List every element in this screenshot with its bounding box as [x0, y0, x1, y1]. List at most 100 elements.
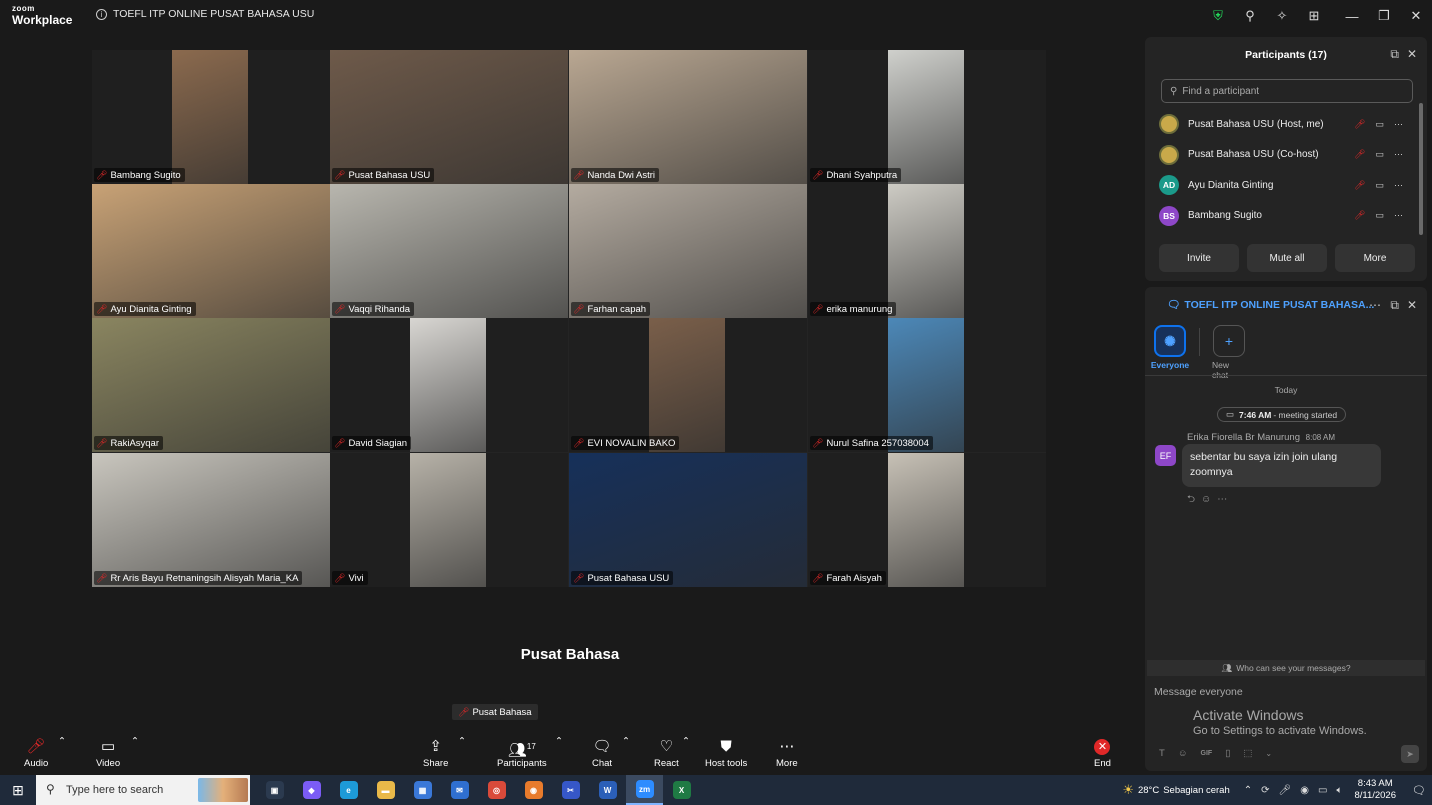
- taskbar-app[interactable]: W: [589, 775, 626, 805]
- restore-icon[interactable]: ❐: [1368, 0, 1400, 32]
- video-tile[interactable]: 🎤︎ Pusat Bahasa USU: [569, 453, 807, 587]
- tab-everyone[interactable]: ✺ Everyone: [1151, 325, 1189, 380]
- message-more-icon[interactable]: ⋯: [1217, 494, 1233, 505]
- volume-icon[interactable]: 🔈︎: [1336, 785, 1342, 796]
- mute-all-button[interactable]: Mute all: [1247, 244, 1327, 272]
- video-tile[interactable]: 🎤︎ Ayu Dianita Ginting: [92, 184, 330, 318]
- video-tile[interactable]: 🎤︎ Pusat Bahasa USU: [330, 50, 568, 184]
- participants-button[interactable]: 👥︎17 Participants: [497, 736, 547, 769]
- emoji-react-icon[interactable]: ☺: [1201, 494, 1217, 505]
- video-tile[interactable]: 🎤︎ David Siagian: [330, 318, 568, 452]
- participant-list-scrollbar[interactable]: [1419, 103, 1423, 235]
- chat-button[interactable]: 🗨︎ Chat: [592, 736, 612, 769]
- taskbar-app[interactable]: ▣: [256, 775, 293, 805]
- taskbar-app[interactable]: e: [330, 775, 367, 805]
- taskbar-search-input[interactable]: ⚲ Type here to search: [36, 775, 250, 805]
- network-icon[interactable]: ▭: [1318, 785, 1327, 796]
- react-options-caret-icon[interactable]: ⌃: [682, 736, 690, 747]
- taskbar-app[interactable]: ▦: [404, 775, 441, 805]
- emoji-icon[interactable]: ☺: [1178, 748, 1188, 759]
- video-tile[interactable]: 🎤︎ Dhani Syahputra: [808, 50, 1046, 184]
- tab-new-chat[interactable]: + New chat: [1212, 325, 1246, 380]
- chat-close-icon[interactable]: ✕: [1407, 298, 1417, 312]
- react-button[interactable]: ♡ React: [654, 736, 679, 769]
- taskbar-app[interactable]: ◆: [293, 775, 330, 805]
- mic-muted-icon[interactable]: 🎤︎: [1354, 180, 1365, 191]
- file-icon[interactable]: ▯: [1225, 748, 1230, 759]
- video-camera-icon[interactable]: ▭: [1375, 210, 1384, 221]
- send-button[interactable]: ➤: [1401, 745, 1419, 763]
- more-button[interactable]: ⋯ More: [776, 736, 798, 769]
- minimize-icon[interactable]: —: [1336, 0, 1368, 32]
- video-tile[interactable]: 🎤︎ Rr Aris Bayu Retnaningsih Alisyah Mari…: [92, 453, 330, 587]
- who-can-see-link[interactable]: 👥︎ Who can see your messages?: [1147, 660, 1425, 676]
- participant-row[interactable]: BS Bambang Sugito 🎤︎ ▭ ⋯: [1159, 201, 1417, 232]
- apps-grid-icon[interactable]: ⊞: [1298, 0, 1330, 32]
- host-tools-button[interactable]: ⛊ Host tools: [705, 736, 747, 769]
- pop-out-icon[interactable]: ⧉: [1390, 47, 1399, 62]
- gif-icon[interactable]: GIF: [1201, 750, 1213, 757]
- close-panel-icon[interactable]: ✕: [1407, 47, 1417, 61]
- sparkle-icon[interactable]: ✧: [1266, 0, 1298, 32]
- video-button[interactable]: ▭ Video: [96, 736, 120, 769]
- more-dots-icon[interactable]: ⋯: [1394, 119, 1403, 130]
- taskbar-app[interactable]: ▬: [367, 775, 404, 805]
- video-tile[interactable]: 🎤︎ RakiAsyqar: [92, 318, 330, 452]
- participant-row[interactable]: Pusat Bahasa USU (Co-host) 🎤︎ ▭ ⋯: [1159, 140, 1417, 171]
- chat-more-icon[interactable]: ⋯: [1369, 298, 1381, 312]
- audio-options-caret-icon[interactable]: ⌃: [58, 736, 66, 747]
- participant-row[interactable]: Pusat Bahasa USU (Host, me) 🎤︎ ▭ ⋯: [1159, 109, 1417, 140]
- participant-search-input[interactable]: ⚲ Find a participant: [1161, 79, 1413, 103]
- share-options-caret-icon[interactable]: ⌃: [458, 736, 466, 747]
- video-camera-icon[interactable]: ▭: [1375, 180, 1384, 191]
- video-tile[interactable]: 🎤︎ Nurul Safina 257038004: [808, 318, 1046, 452]
- more-participant-actions-button[interactable]: More: [1335, 244, 1415, 272]
- sync-icon[interactable]: ⟳: [1261, 785, 1269, 796]
- mic-muted-icon[interactable]: 🎤︎: [1354, 119, 1365, 130]
- video-tile[interactable]: 🎤︎ Nanda Dwi Astri: [569, 50, 807, 184]
- taskbar-app[interactable]: ✉: [441, 775, 478, 805]
- taskbar-app[interactable]: X: [663, 775, 700, 805]
- text-format-icon[interactable]: T: [1159, 748, 1165, 759]
- taskbar-app[interactable]: ◎: [478, 775, 515, 805]
- video-tile[interactable]: 🎤︎ EVI NOVALIN BAKO: [569, 318, 807, 452]
- more-dots-icon[interactable]: ⋯: [1394, 180, 1403, 191]
- video-tile[interactable]: 🎤︎ Farah Aisyah: [808, 453, 1046, 587]
- share-button[interactable]: ⇪ Share: [423, 736, 448, 769]
- chat-pop-out-icon[interactable]: ⧉: [1390, 298, 1399, 313]
- video-tile[interactable]: 🎤︎ erika manurung: [808, 184, 1046, 318]
- mic-muted-icon[interactable]: 🎤︎: [1354, 149, 1365, 160]
- message-bubble[interactable]: sebentar bu saya izin join ulang zoomnya: [1182, 444, 1381, 487]
- more-dots-icon[interactable]: ⋯: [1394, 149, 1403, 160]
- video-camera-icon[interactable]: ▭: [1375, 119, 1384, 130]
- wand-icon[interactable]: ⚲: [1234, 0, 1266, 32]
- mic-muted-icon[interactable]: 🎤︎: [1354, 210, 1365, 221]
- video-tile[interactable]: 🎤︎ Vaqqi Rihanda: [330, 184, 568, 318]
- weather-widget[interactable]: ☀ 28°C Sebagian cerah: [1122, 782, 1229, 798]
- screenshot-icon[interactable]: ⬚: [1243, 748, 1252, 759]
- participants-options-caret-icon[interactable]: ⌃: [555, 736, 563, 747]
- chat-options-caret-icon[interactable]: ⌃: [622, 736, 630, 747]
- invite-button[interactable]: Invite: [1159, 244, 1239, 272]
- video-camera-icon[interactable]: ▭: [1375, 149, 1384, 160]
- participant-row[interactable]: AD Ayu Dianita Ginting 🎤︎ ▭ ⋯: [1159, 170, 1417, 201]
- chevron-up-icon[interactable]: ⌃: [1244, 785, 1252, 796]
- camera-icon[interactable]: ◉: [1300, 785, 1309, 796]
- taskbar-app[interactable]: ◉: [515, 775, 552, 805]
- video-tile[interactable]: 🎤︎ Vivi: [330, 453, 568, 587]
- close-icon[interactable]: ✕: [1400, 0, 1432, 32]
- more-dots-icon[interactable]: ⋯: [1394, 210, 1403, 221]
- video-tile[interactable]: 🎤︎ Farhan capah: [569, 184, 807, 318]
- meeting-info-button[interactable]: i TOEFL ITP ONLINE PUSAT BAHASA USU: [96, 8, 314, 20]
- taskbar-app[interactable]: ✂: [552, 775, 589, 805]
- microphone-icon[interactable]: 🎤︎: [1279, 785, 1292, 796]
- shield-check-icon[interactable]: ⛨: [1202, 0, 1234, 32]
- clock[interactable]: 8:43 AM 8/11/2026: [1354, 778, 1396, 802]
- message-input[interactable]: Message everyone: [1154, 686, 1243, 698]
- windows-start-icon[interactable]: ⊞: [0, 775, 36, 805]
- chevron-down-icon[interactable]: ⌄: [1265, 749, 1272, 758]
- reply-icon[interactable]: ⮌: [1187, 494, 1201, 505]
- audio-button[interactable]: 🎤︎ Audio: [24, 736, 48, 769]
- video-tile[interactable]: 🎤︎ Bambang Sugito: [92, 50, 330, 184]
- notification-icon[interactable]: 🗨︎: [1406, 784, 1432, 797]
